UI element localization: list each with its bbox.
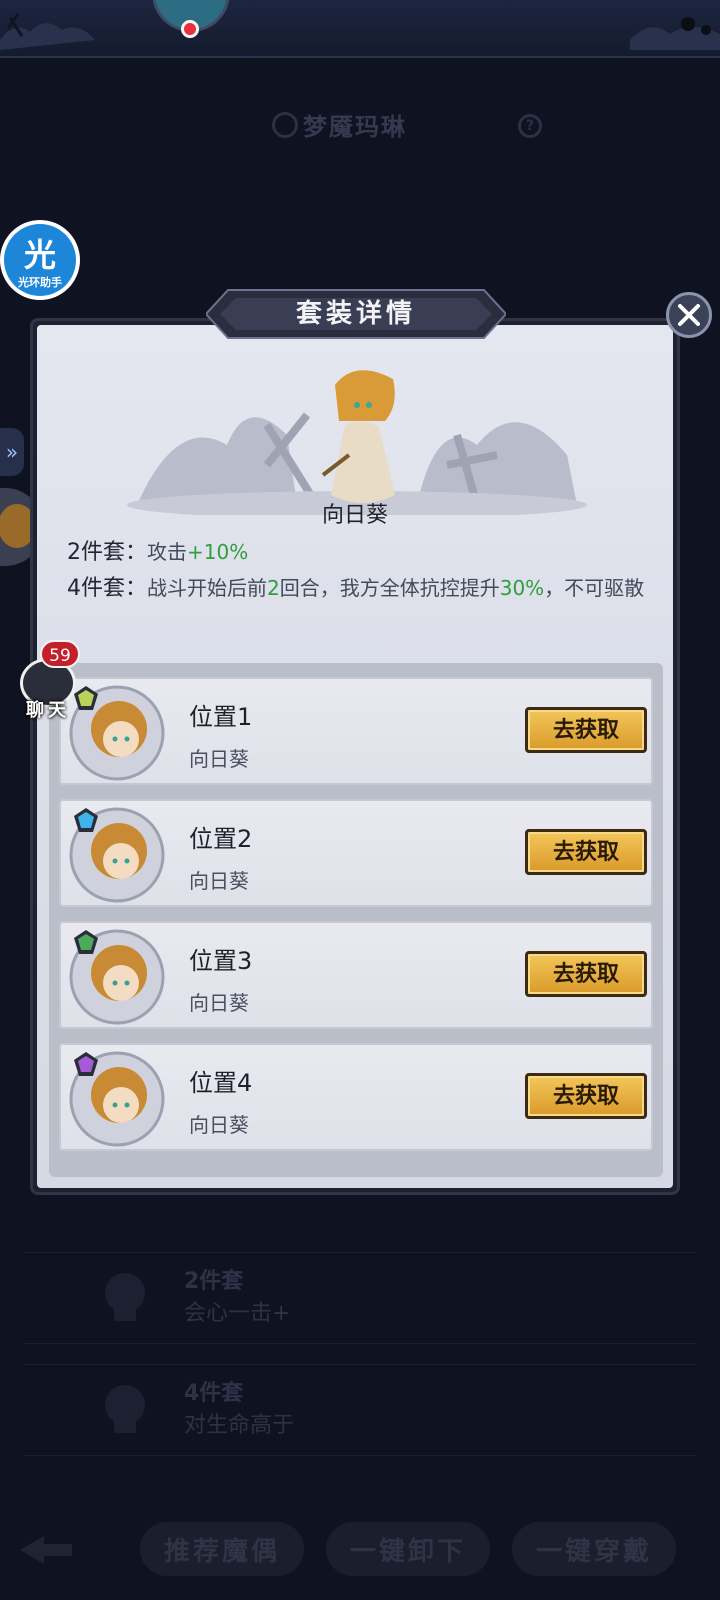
tree-decoration-icon [630,17,720,50]
chat-label: 聊天 [26,700,70,721]
assistant-label: 光环助手 [18,276,62,289]
background-set-row: 4件套 对生命高于 [24,1364,696,1456]
slot-item-name: 向日葵 [189,991,249,1015]
chat-unread-badge: 59 [40,640,80,668]
close-icon [678,304,700,326]
slot-row: 位置3 向日葵 去获取 [59,921,653,1029]
bottom-bar: 推荐魔偶 一键卸下 一键穿戴 [0,1500,720,1600]
slot-item-name: 向日葵 [189,869,249,893]
bonus-4-text-b: 回合，我方全体抗控提升 [279,576,500,600]
slot-row: 位置4 向日葵 去获取 [59,1043,653,1151]
bonus-2-label: 2件套： [67,540,147,565]
set-row-desc: 会心一击+ [184,1301,291,1326]
character-name: 梦魇玛琳 [303,112,407,141]
skull-icon [105,1273,145,1321]
slot-row: 位置1 向日葵 去获取 [59,677,653,785]
slot-title: 位置2 [189,825,253,853]
assistant-button[interactable]: 光 光环助手 [0,220,80,300]
set-name: 向日葵 [321,503,388,528]
slots-panel: 位置1 向日葵 去获取 位置2 向日葵 去获取 位置3 向日葵 去获取 位置4 … [49,663,663,1177]
slot-title: 位置1 [189,703,253,731]
bonus-4-value: 30% [499,576,545,600]
slot-title: 位置4 [189,1069,253,1097]
slot-row: 位置2 向日葵 去获取 [59,799,653,907]
gem-icon [74,930,98,954]
top-bar [0,0,720,58]
get-button[interactable]: 去获取 [525,951,647,997]
background-set-row: 2件套 会心一击+ [24,1252,696,1344]
bonus-4-rounds: 2 [267,576,280,600]
unequip-all-button[interactable]: 一键卸下 [326,1522,490,1576]
set-row-title: 2件套 [184,1269,244,1294]
set-row-desc: 对生命高于 [184,1413,295,1438]
bonus-2-value: +10% [187,540,249,564]
side-expand-icon[interactable]: » [0,428,24,476]
slot-item-name: 向日葵 [189,1113,249,1137]
bonus-4-label: 4件套： [67,576,147,601]
notification-dot [181,20,199,38]
get-button[interactable]: 去获取 [525,1073,647,1119]
bonus-4-text-c: ，不可驱散 [544,576,645,600]
set-details-modal: 向日葵 2件套：攻击+10% 4件套：战斗开始后前2回合，我方全体抗控提升30%… [30,318,680,1195]
equip-all-button[interactable]: 一键穿戴 [512,1522,676,1576]
assistant-logo-char: 光 [23,236,56,274]
slot-title: 位置3 [189,947,253,975]
bonus-2-piece: 2件套：攻击+10% [67,537,248,568]
recommend-button[interactable]: 推荐魔偶 [140,1522,304,1576]
gem-icon [74,1052,98,1076]
get-button[interactable]: 去获取 [525,707,647,753]
back-arrow-icon[interactable] [14,1530,78,1570]
set-row-title: 4件套 [184,1381,244,1406]
close-button[interactable] [666,292,712,338]
help-icon[interactable]: ? [518,114,542,138]
sunflower-character-icon [321,370,395,503]
chat-button[interactable]: 59 聊天 [16,640,80,721]
modal-title: 套装详情 [295,299,416,329]
get-button[interactable]: 去获取 [525,829,647,875]
bonus-2-text: 攻击 [147,540,187,564]
bonus-4-piece: 4件套：战斗开始后前2回合，我方全体抗控提升30%，不可驱散 [67,573,657,604]
modal-body: 向日葵 2件套：攻击+10% 4件套：战斗开始后前2回合，我方全体抗控提升30%… [37,325,673,1188]
skull-icon [105,1385,145,1433]
slot-item-name: 向日葵 [189,747,249,771]
gem-icon [74,808,98,832]
bonus-4-text-a: 战斗开始后前 [147,576,267,600]
cloud-decoration-icon [0,13,95,50]
